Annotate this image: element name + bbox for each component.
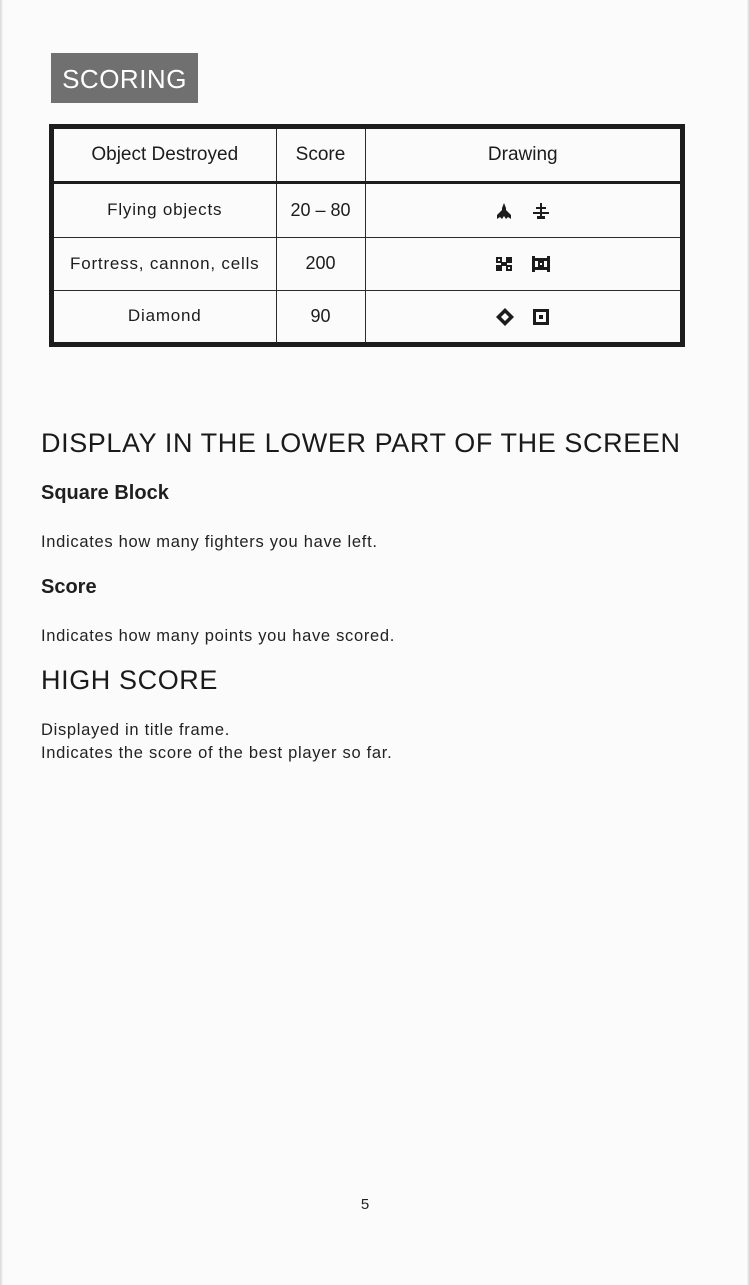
page-edge-left: [0, 0, 3, 1285]
fighter-ship-icon: [497, 203, 512, 220]
high-score-heading: HIGH SCORE: [41, 665, 219, 695]
row-object: Fortress, cannon, cells: [54, 236, 277, 291]
scoring-banner: SCORING: [51, 53, 198, 103]
page-number: 5: [360, 1196, 370, 1213]
row-drawing: [364, 289, 680, 342]
scoring-table: Object Destroyed Score Drawing Flying ob…: [49, 124, 685, 347]
row-object: Flying objects: [54, 182, 277, 238]
header-score: Score: [275, 129, 366, 184]
cannon-icon: [532, 256, 551, 273]
row-score: 200: [275, 236, 366, 291]
header-drawing: Drawing: [364, 129, 680, 184]
row-score: 20 – 80: [275, 182, 366, 238]
header-object-destroyed: Object Destroyed: [54, 129, 277, 184]
square-block-title: Square Block: [41, 482, 169, 504]
fortress-icon: [496, 257, 513, 272]
high-score-line-1: Displayed in title frame.: [41, 721, 230, 739]
row-drawing: [364, 182, 680, 238]
row-drawing: [364, 236, 680, 291]
square-block-icon: [533, 308, 550, 325]
score-text: Indicates how many points you have score…: [41, 627, 396, 645]
table-row: Fortress, cannon, cells 200: [54, 236, 680, 291]
score-title: Score: [41, 576, 97, 598]
square-block-text: Indicates how many fighters you have lef…: [41, 533, 378, 551]
table-row: Flying objects 20 – 80: [54, 182, 680, 238]
row-object: Diamond: [54, 289, 277, 342]
table-header-row: Object Destroyed Score Drawing: [54, 129, 680, 184]
flying-saucer-icon: [533, 203, 550, 220]
high-score-line-2: Indicates the score of the best player s…: [41, 744, 393, 762]
row-score: 90: [275, 289, 366, 342]
diamond-icon: [496, 307, 515, 326]
table-row: Diamond 90: [54, 289, 680, 342]
display-heading: DISPLAY IN THE LOWER PART OF THE SCREEN: [41, 428, 681, 458]
